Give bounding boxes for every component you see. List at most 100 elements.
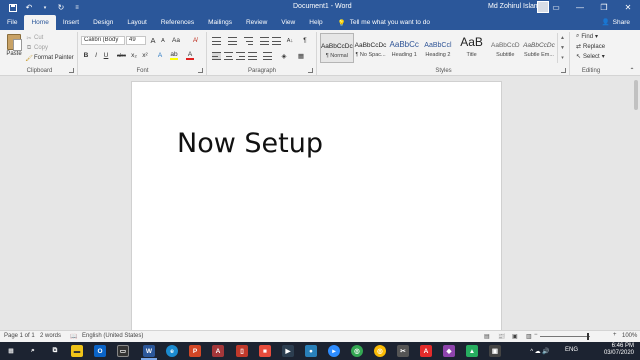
highlight-button[interactable]: ab — [170, 51, 178, 60]
tab-file[interactable]: File — [0, 15, 24, 30]
paste-button[interactable]: Paste — [5, 34, 23, 62]
chrome-icon[interactable]: ◎ — [351, 345, 363, 357]
show-formatting-button[interactable]: ¶ — [301, 36, 309, 45]
collapse-ribbon-icon[interactable]: ⌃ — [628, 66, 636, 75]
justify-icon[interactable] — [248, 52, 257, 60]
align-right-icon[interactable] — [236, 52, 245, 60]
decrease-indent-icon[interactable] — [260, 37, 269, 45]
snipping-tool-icon[interactable]: ✂ — [397, 345, 409, 357]
tell-me-search[interactable]: 💡 Tell me what you want to do — [338, 19, 430, 27]
chevron-down-icon[interactable]: ▾ — [40, 3, 50, 13]
zoom-app-icon[interactable]: ▸ — [328, 345, 340, 357]
subscript-button[interactable]: x₂ — [130, 51, 138, 60]
font-color-button[interactable]: A — [186, 51, 194, 60]
paragraph-launcher-icon[interactable] — [308, 68, 313, 73]
tab-layout[interactable]: Layout — [120, 15, 154, 30]
app-icon[interactable]: ■ — [259, 345, 271, 357]
ribbon-display-options-icon[interactable]: ▭ — [544, 0, 568, 15]
numbering-icon[interactable] — [228, 37, 237, 45]
zoom-level[interactable]: 100% — [622, 333, 637, 339]
more-styles-icon[interactable]: ▾ — [561, 55, 564, 61]
clear-formatting-icon[interactable]: A̸ — [191, 36, 199, 45]
word-count[interactable]: 2 words — [40, 333, 61, 339]
style-heading-1[interactable]: AaBbCc Heading 1 — [387, 33, 421, 63]
tab-home[interactable]: Home — [24, 15, 56, 30]
read-mode-icon[interactable]: 📰 — [498, 333, 505, 340]
document-text[interactable]: Now Setup — [177, 128, 323, 159]
line-spacing-icon[interactable] — [263, 52, 272, 60]
zoom-out-icon[interactable]: − — [534, 332, 538, 338]
style-title[interactable]: AaB Title — [455, 33, 489, 63]
access-icon[interactable]: A — [212, 345, 224, 357]
text-effects-button[interactable]: A — [156, 51, 164, 60]
minimize-icon[interactable]: — — [568, 0, 592, 15]
font-family-select[interactable]: Calibri (Body — [81, 36, 125, 45]
edge-icon[interactable]: e — [166, 345, 178, 357]
select-button[interactable]: ↖ Select ▾ — [576, 53, 605, 61]
tab-references[interactable]: References — [154, 15, 201, 30]
zoom-in-icon[interactable]: + — [613, 332, 617, 338]
clock[interactable]: 6:46 PM 03/07/2020 — [604, 343, 634, 357]
borders-icon[interactable]: ▦ — [297, 51, 305, 60]
superscript-button[interactable]: x² — [141, 51, 149, 60]
increase-indent-icon[interactable] — [272, 37, 281, 45]
tab-help[interactable]: Help — [302, 15, 329, 30]
find-button[interactable]: ⌕ Find ▾ — [576, 33, 598, 40]
chevron-up-icon[interactable]: ▲ — [560, 35, 565, 41]
print-layout-icon[interactable]: ▣ — [512, 333, 518, 340]
language-status[interactable]: English (United States) — [82, 333, 143, 339]
tab-view[interactable]: View — [274, 15, 302, 30]
bullets-icon[interactable] — [212, 37, 221, 45]
shading-icon[interactable]: ◈ — [280, 51, 288, 60]
change-case-button[interactable]: Aa — [172, 36, 180, 45]
app-icon-4[interactable]: ▣ — [489, 345, 501, 357]
multilevel-list-icon[interactable] — [244, 37, 253, 45]
align-center-icon[interactable] — [224, 52, 233, 60]
app-icon-2[interactable]: ◆ — [443, 345, 455, 357]
share-button[interactable]: 👤 Share — [602, 18, 630, 27]
chevron-down-icon[interactable]: ▼ — [560, 45, 565, 51]
copy-button[interactable]: ⧉ Copy — [26, 45, 48, 52]
tab-mailings[interactable]: Mailings — [201, 15, 239, 30]
style-no-spacing[interactable]: AaBbCcDc ¶ No Spac... — [354, 33, 388, 63]
file-explorer-icon[interactable]: ▬ — [71, 345, 83, 357]
clipboard-launcher-icon[interactable] — [69, 68, 74, 73]
underline-button[interactable]: U — [102, 51, 110, 60]
undo-icon[interactable]: ↶ — [24, 3, 34, 13]
style-subtitle[interactable]: AaBbCcD Subtitle — [488, 33, 522, 63]
focus-mode-icon[interactable]: ▤ — [484, 333, 490, 340]
outlook-icon[interactable]: O — [94, 345, 106, 357]
italic-button[interactable]: I — [92, 51, 100, 60]
maximize-icon[interactable]: ❐ — [592, 0, 616, 15]
powerpoint-icon[interactable]: P — [189, 345, 201, 357]
camera-icon[interactable]: ● — [305, 345, 317, 357]
terminal-icon[interactable]: ▭ — [117, 345, 129, 357]
input-language[interactable]: ENG — [565, 347, 578, 353]
tab-review[interactable]: Review — [239, 15, 274, 30]
redo-icon[interactable]: ↻ — [56, 3, 66, 13]
font-size-select[interactable]: 49 — [126, 36, 146, 45]
styles-launcher-icon[interactable] — [561, 68, 566, 73]
chrome-icon-2[interactable]: ◎ — [374, 345, 386, 357]
strikethrough-button[interactable]: abc — [117, 51, 126, 60]
style-heading-2[interactable]: AaBbCcl Heading 2 — [421, 33, 455, 63]
media-player-icon[interactable]: ▶ — [282, 345, 294, 357]
close-icon[interactable]: ✕ — [616, 0, 640, 15]
search-icon[interactable]: ⌕ — [27, 345, 39, 357]
task-view-icon[interactable]: ⧉ — [49, 345, 61, 357]
style-normal[interactable]: AaBbCcDc ¶ Normal — [320, 33, 354, 63]
document-page[interactable]: Now Setup — [131, 81, 502, 330]
scroll-thumb[interactable] — [634, 80, 638, 110]
sort-button[interactable]: A↓ — [286, 36, 294, 45]
grow-font-button[interactable]: A — [149, 36, 157, 45]
cut-button[interactable]: ✂ Cut — [26, 35, 43, 42]
tab-design[interactable]: Design — [86, 15, 120, 30]
customize-qat-icon[interactable]: ≡ — [72, 3, 82, 13]
system-tray-icons[interactable]: ^ ☁ 🔊 — [520, 345, 560, 357]
align-left-icon[interactable] — [212, 52, 221, 60]
page-count[interactable]: Page 1 of 1 — [4, 333, 35, 339]
tab-insert[interactable]: Insert — [56, 15, 86, 30]
acrobat-icon[interactable]: A — [420, 345, 432, 357]
bold-button[interactable]: B — [82, 51, 90, 60]
phone-link-icon[interactable]: ▯ — [236, 345, 248, 357]
